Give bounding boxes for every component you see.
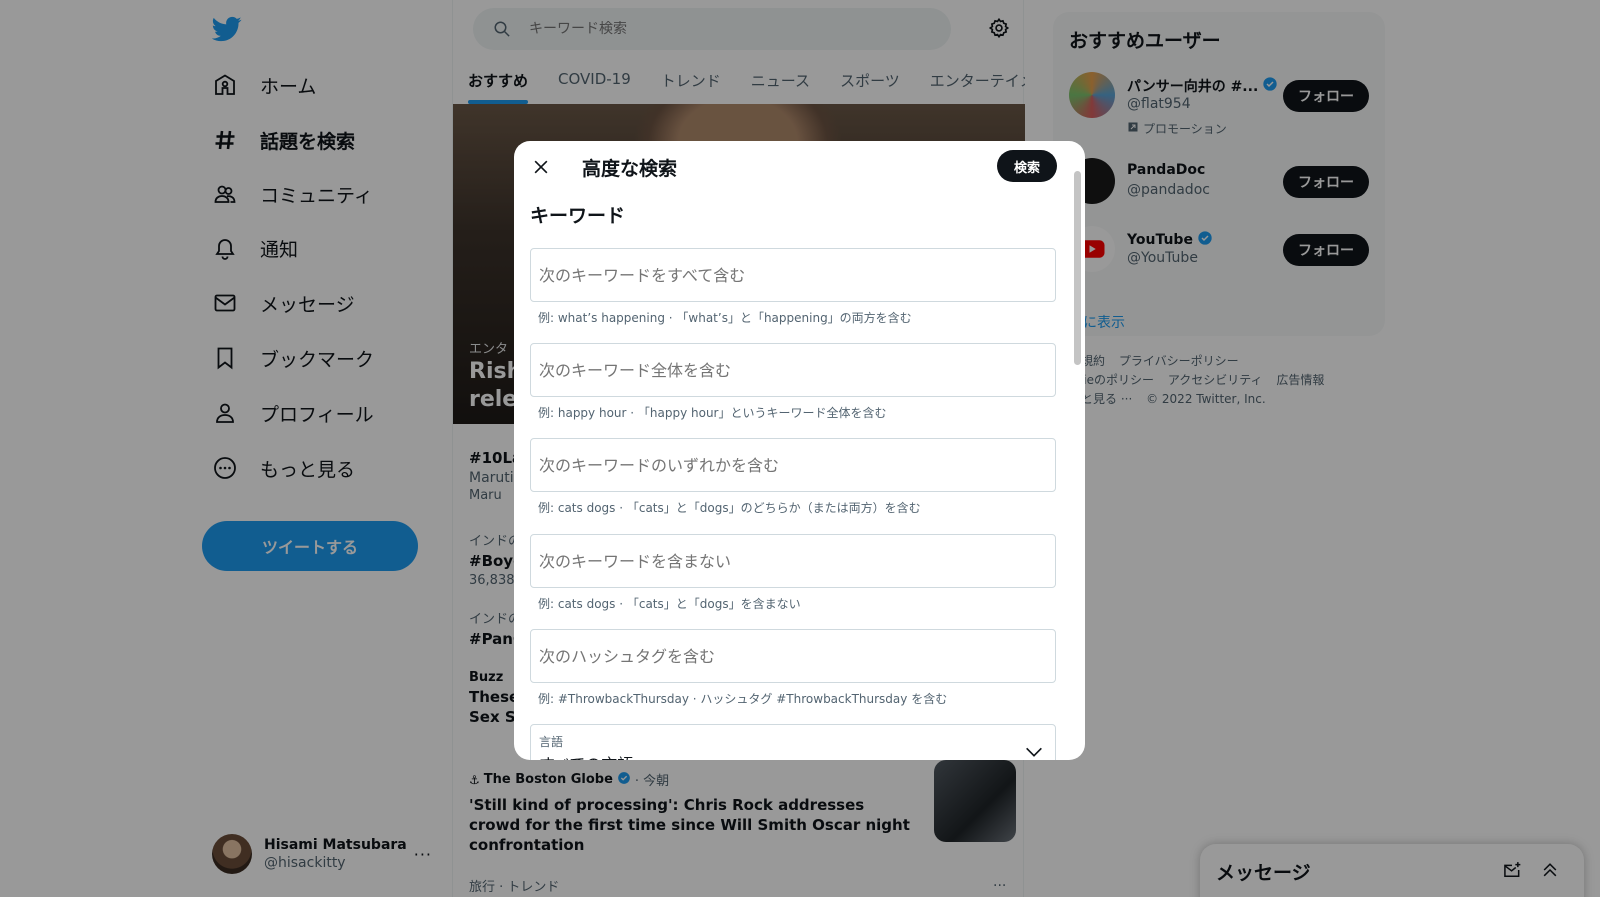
all-words-hint: 例: what’s happening · 「what’s」と「happenin… (538, 311, 912, 325)
all-words-input[interactable] (539, 265, 1039, 285)
dialog-title: 高度な検索 (582, 158, 678, 180)
chevron-down-icon (1023, 741, 1045, 760)
any-words-field[interactable] (530, 438, 1056, 492)
exact-phrase-hint: 例: happy hour · 「happy hour」というキーワード全体を含… (538, 406, 887, 420)
any-words-input[interactable] (539, 455, 1039, 475)
language-value: すべての言語 (539, 751, 633, 760)
dialog-header: 高度な検索 検索 (514, 141, 1085, 194)
none-words-field[interactable] (530, 534, 1056, 588)
none-words-input[interactable] (539, 551, 1039, 571)
twitter-explore-page: ホーム 話題を検索 コミュニティ 通知 メッセージ ブックマーク プロフィール (0, 0, 1600, 897)
hashtags-field[interactable] (530, 629, 1056, 683)
hashtags-hint: 例: #ThrowbackThursday · ハッシュタグ #Throwbac… (538, 692, 948, 706)
none-words-hint: 例: cats dogs · 「cats」と「dogs」を含まない (538, 597, 801, 611)
advanced-search-dialog: 高度な検索 検索 キーワード 例: what’s happening · 「wh… (514, 141, 1085, 760)
any-words-hint: 例: cats dogs · 「cats」と「dogs」のどちらか（または両方）… (538, 501, 921, 515)
language-select[interactable]: 言語 すべての言語 (530, 724, 1056, 760)
search-button[interactable]: 検索 (997, 150, 1057, 182)
dialog-scrollbar[interactable] (1074, 171, 1081, 365)
close-icon[interactable] (528, 154, 554, 180)
hashtags-input[interactable] (539, 646, 1039, 666)
language-label: 言語 (539, 735, 564, 749)
exact-phrase-field[interactable] (530, 343, 1056, 397)
exact-phrase-input[interactable] (539, 360, 1039, 380)
all-words-field[interactable] (530, 248, 1056, 302)
keywords-section-title: キーワード (530, 205, 626, 227)
